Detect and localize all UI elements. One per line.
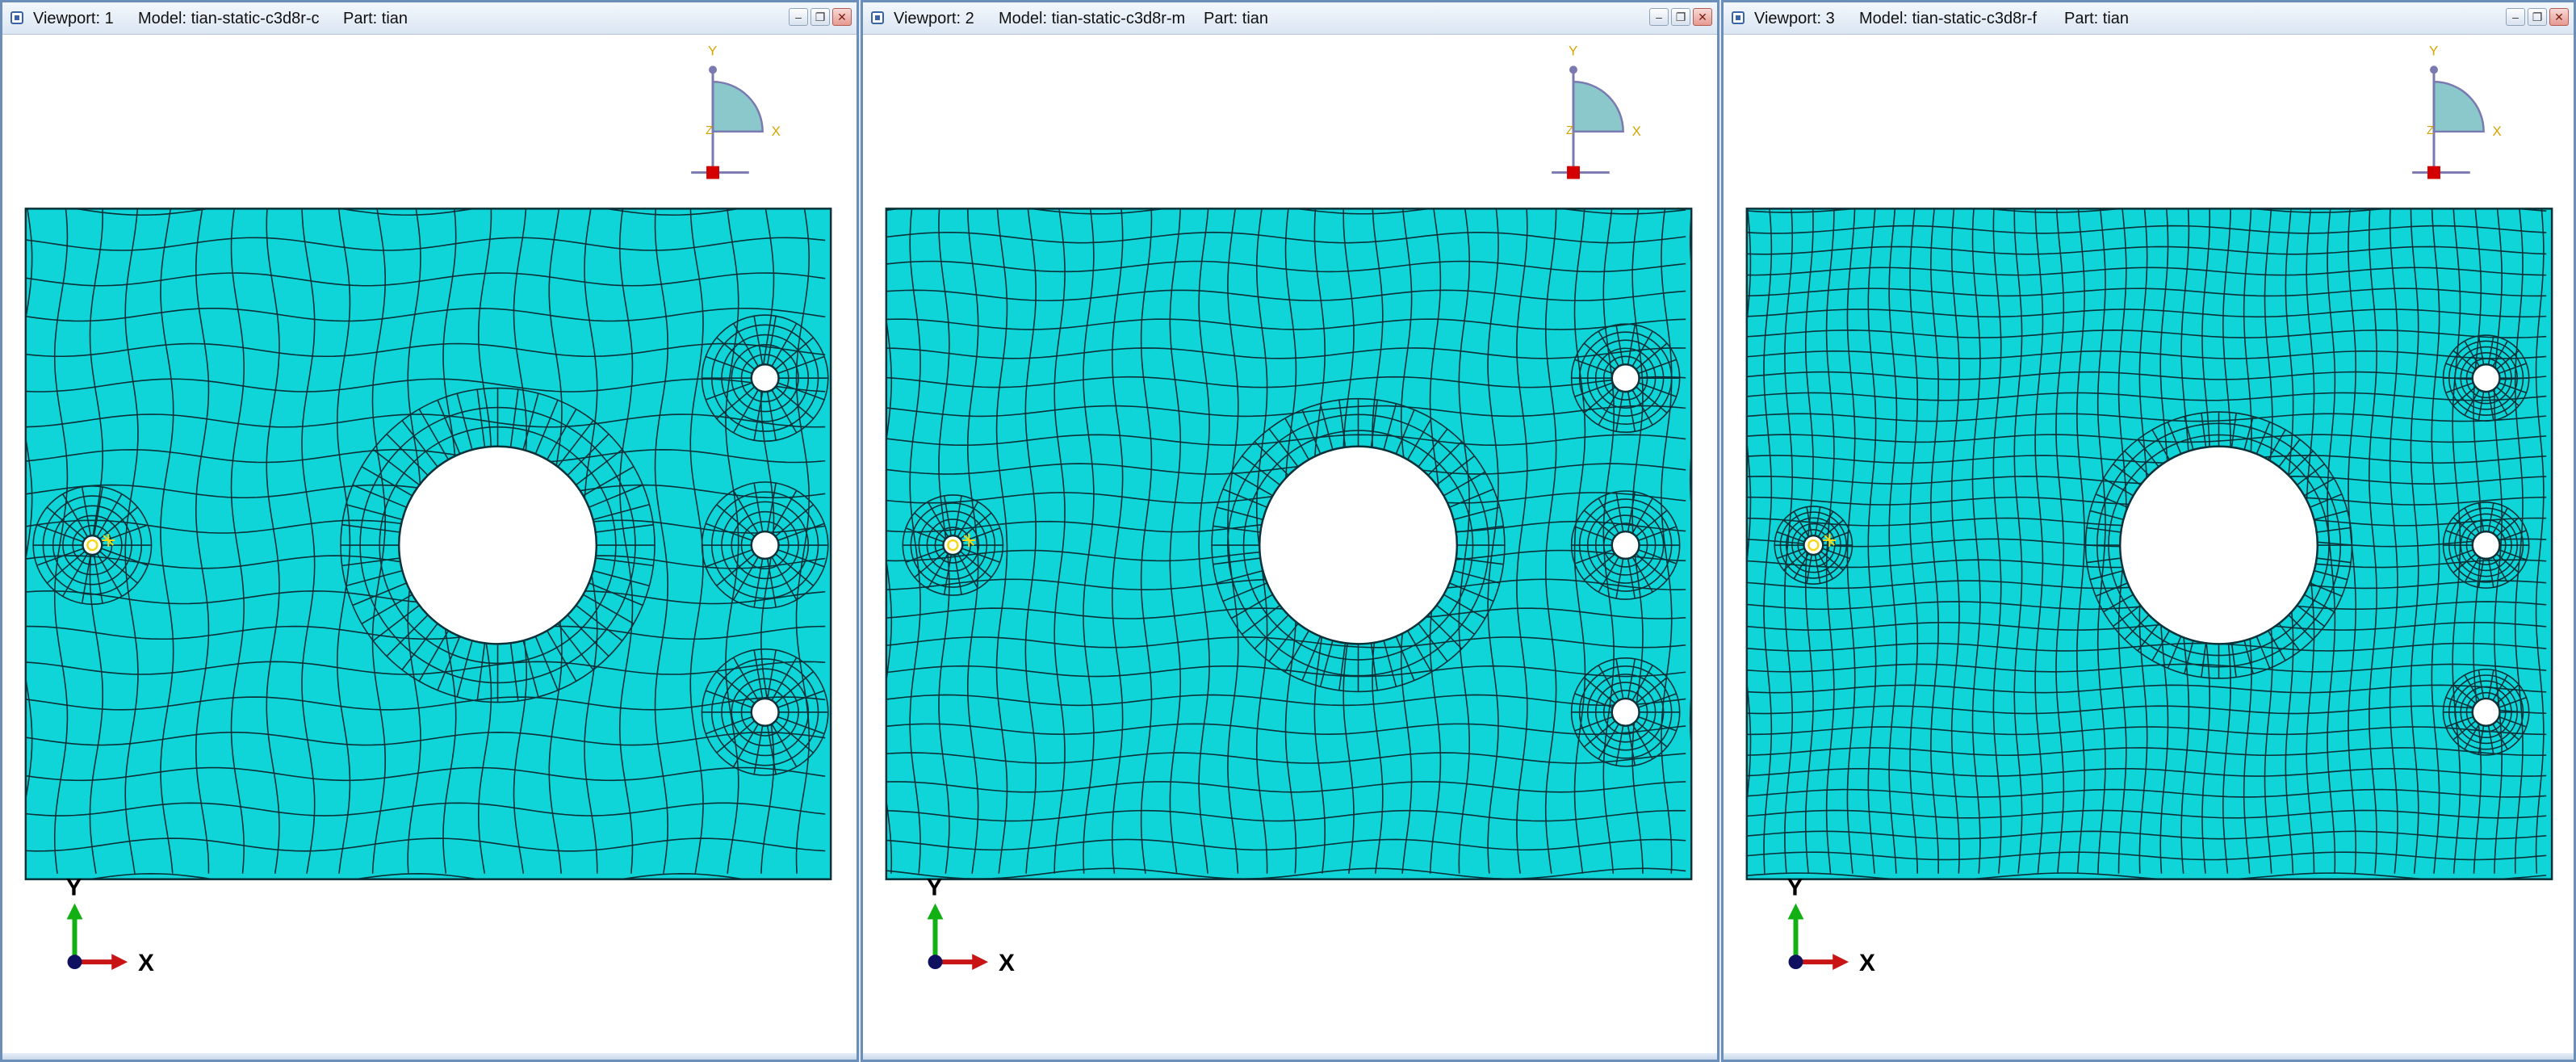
reference-point: [82, 534, 103, 556]
axis-x-label: X: [1859, 950, 1875, 976]
bolt-hole: [2471, 530, 2501, 560]
viewport-1[interactable]: Viewport: 1 Model: tian-static-c3d8r-c P…: [0, 0, 859, 1062]
triad-x-label: X: [2493, 124, 2502, 139]
triad-z-label: Z: [1566, 124, 1573, 137]
triad-z-label: Z: [706, 124, 713, 137]
axis-y-label: Y: [927, 875, 943, 901]
view-triad-icon: [691, 65, 764, 179]
bolt-hole: [750, 697, 780, 727]
viewport-icon: [10, 11, 23, 24]
triad-z-label: Z: [2427, 124, 2434, 137]
model-label: Model: tian-static-c3d8r-c: [138, 10, 320, 27]
minimize-button[interactable]: –: [789, 8, 808, 26]
global-axis-icon: [1787, 903, 1849, 971]
bolt-hole: [1611, 697, 1640, 727]
center-hole: [1258, 445, 1459, 645]
viewport-3-titlebar[interactable]: Viewport: 3 Model: tian-static-c3d8r-f P…: [1724, 2, 2574, 35]
triad-y-label: Y: [1569, 43, 1577, 58]
view-triad-icon: [1552, 65, 1624, 179]
viewport-label: Viewport: 3: [1754, 10, 1835, 27]
viewport-bottom-strip: [863, 1053, 1717, 1060]
bolt-hole: [750, 530, 780, 560]
axis-x-label: X: [138, 950, 154, 976]
center-hole: [397, 445, 598, 645]
global-axis-icon: [927, 903, 989, 971]
reference-point: [1803, 534, 1824, 556]
viewport-canvas[interactable]: Y X Z Y X: [2, 35, 857, 1062]
restore-button[interactable]: ❐: [2528, 8, 2547, 26]
viewport-2-titlebar[interactable]: Viewport: 2 Model: tian-static-c3d8r-m P…: [863, 2, 1717, 35]
center-hole: [2118, 445, 2319, 645]
triad-y-label: Y: [2429, 43, 2438, 58]
viewport-bottom-strip: [1724, 1053, 2574, 1060]
part-label: Part: tian: [2064, 10, 2130, 27]
restore-button[interactable]: ❐: [810, 8, 830, 26]
triad-x-label: X: [772, 124, 781, 139]
viewport-label: Viewport: 2: [894, 10, 974, 27]
global-axis-icon: [66, 903, 128, 971]
viewport-label: Viewport: 1: [33, 10, 114, 27]
close-button[interactable]: ✕: [2549, 8, 2569, 26]
triad-y-label: Y: [708, 43, 717, 58]
view-triad-icon: [2412, 65, 2485, 179]
close-button[interactable]: ✕: [832, 8, 852, 26]
close-button[interactable]: ✕: [1693, 8, 1712, 26]
viewport-2[interactable]: Viewport: 2 Model: tian-static-c3d8r-m P…: [861, 0, 1719, 1062]
bolt-hole: [1611, 530, 1640, 560]
axis-x-label: X: [999, 950, 1015, 976]
viewport-canvas[interactable]: Y X Z Y X: [863, 35, 1717, 1062]
part-label: Part: tian: [1204, 10, 1269, 27]
viewport-icon: [1732, 11, 1745, 24]
model-label: Model: tian-static-c3d8r-f: [1859, 10, 2038, 27]
viewport-canvas[interactable]: Y X Z Y X: [1724, 35, 2574, 1062]
viewport-icon: [871, 11, 884, 24]
model-label: Model: tian-static-c3d8r-m: [999, 10, 1186, 27]
axis-y-label: Y: [1787, 875, 1803, 901]
viewport-3[interactable]: Viewport: 3 Model: tian-static-c3d8r-f P…: [1721, 0, 2576, 1062]
viewport-bottom-strip: [2, 1053, 857, 1060]
minimize-button[interactable]: –: [2506, 8, 2525, 26]
viewport-1-titlebar[interactable]: Viewport: 1 Model: tian-static-c3d8r-c P…: [2, 2, 857, 35]
reference-point: [942, 534, 964, 556]
minimize-button[interactable]: –: [1649, 8, 1669, 26]
bolt-hole: [2471, 363, 2501, 393]
bolt-hole: [750, 363, 780, 393]
bolt-hole: [2471, 697, 2501, 727]
triad-x-label: X: [1632, 124, 1641, 139]
bolt-hole: [1611, 363, 1640, 393]
axis-y-label: Y: [66, 875, 82, 901]
part-label: Part: tian: [343, 10, 408, 27]
restore-button[interactable]: ❐: [1671, 8, 1690, 26]
